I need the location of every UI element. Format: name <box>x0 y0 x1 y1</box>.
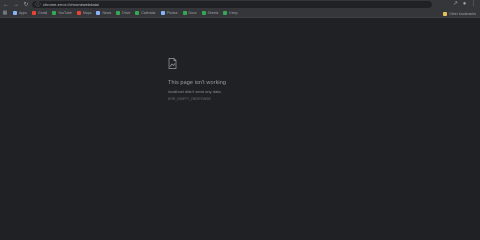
bookmark-item[interactable]: Gmail <box>31 10 48 17</box>
error-panel: This page isn't working localhost didn't… <box>168 56 318 101</box>
bookmark-item[interactable]: Keep <box>223 10 238 17</box>
bookmark-label: Drive <box>122 11 131 15</box>
bookmark-label: News <box>102 11 112 15</box>
menu-icon[interactable]: ⋮ <box>469 0 478 9</box>
error-title: This page isn't working <box>168 80 227 86</box>
other-bookmarks-label: Other bookmarks <box>449 11 476 16</box>
bookmark-list: Apps Gmail YouTube Maps News Drive Calendar Pho… <box>8 10 238 17</box>
favicon-icon <box>13 11 17 15</box>
info-icon[interactable]: ⓘ <box>35 2 41 8</box>
favicon-icon <box>96 11 101 15</box>
arrow-right-icon[interactable]: → <box>12 1 20 9</box>
address-bar[interactable]: ⓘ chrome-error://chromewebdata/ <box>32 1 432 8</box>
bookmark-label: Calendar <box>141 11 156 15</box>
favicon-icon <box>76 11 81 15</box>
browser-chrome: ← → ↻ ⓘ chrome-error://chromewebdata/ ↗ … <box>0 0 480 18</box>
profile-icon[interactable]: ● <box>460 0 469 9</box>
toolbar-right: ↗ ● ⋮ <box>451 0 478 9</box>
arrow-left-icon[interactable]: ← <box>2 1 10 9</box>
bookmarks-bar: ▦ Apps Gmail YouTube Maps News Drive Calendar P… <box>0 9 480 18</box>
bookmark-label: YouTube <box>58 11 72 15</box>
share-icon[interactable]: ↗ <box>451 0 460 9</box>
favicon-icon <box>31 11 36 15</box>
broken-page-icon <box>168 58 177 69</box>
bookmark-item[interactable]: Sheets <box>201 10 219 17</box>
bookmark-label: Sheets <box>207 11 219 15</box>
reload-icon[interactable]: ↻ <box>22 1 30 9</box>
bookmark-item[interactable]: Drive <box>116 10 130 17</box>
error-description: localhost didn't send any data. <box>168 89 222 94</box>
favicon-icon <box>182 11 187 15</box>
error-code: ERR_EMPTY_RESPONSE <box>168 97 211 101</box>
bookmark-label: Photos <box>166 11 178 15</box>
bookmark-label: Keep <box>229 11 238 15</box>
bookmark-item[interactable]: YouTube <box>52 10 72 17</box>
bookmark-label: Docs <box>188 11 197 15</box>
bookmark-item[interactable]: Maps <box>76 10 92 17</box>
favicon-icon <box>135 11 140 15</box>
favicon-icon <box>223 11 228 15</box>
bookmark-label: Gmail <box>37 11 48 15</box>
other-bookmarks[interactable]: Other bookmarks <box>443 9 476 18</box>
bookmark-item[interactable]: Docs <box>182 10 197 17</box>
bookmark-item[interactable]: Calendar <box>135 10 156 17</box>
url-text: chrome-error://chromewebdata/ <box>43 2 100 7</box>
favicon-icon <box>201 11 206 15</box>
bookmark-label: Apps <box>19 11 27 15</box>
favicon-icon <box>116 11 121 15</box>
folder-icon <box>443 11 448 16</box>
bookmark-item[interactable]: Apps <box>13 10 27 17</box>
favicon-icon <box>160 11 165 15</box>
bookmark-label: Maps <box>82 11 92 15</box>
toolbar: ← → ↻ ⓘ chrome-error://chromewebdata/ ↗ … <box>0 0 480 9</box>
favicon-icon <box>52 11 57 15</box>
bookmark-item[interactable]: News <box>96 10 111 17</box>
bookmark-item[interactable]: Photos <box>160 10 178 17</box>
